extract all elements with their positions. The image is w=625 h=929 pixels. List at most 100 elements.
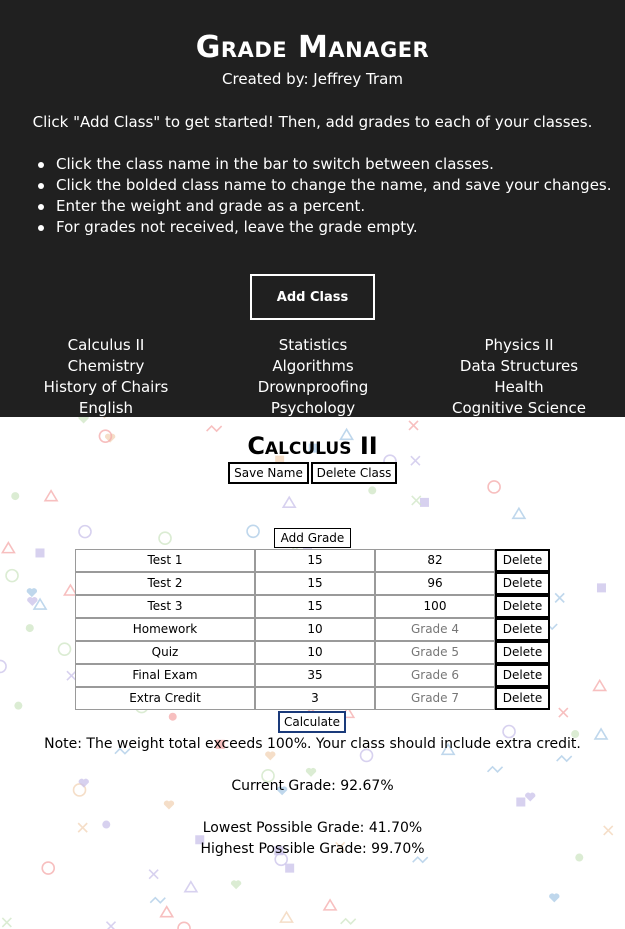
intro-text: Click "Add Class" to get started! Then, …	[32, 113, 593, 131]
pattern-shape	[102, 417, 106, 419]
pattern-shape	[230, 880, 242, 890]
class-tab[interactable]: Psychology	[209, 398, 417, 419]
weight-field[interactable]: 3	[255, 687, 375, 710]
delete-grade-button[interactable]: Delete	[495, 595, 550, 618]
grade-field[interactable]: Grade 7	[375, 687, 495, 710]
grade-field[interactable]: 82	[375, 549, 495, 572]
pattern-shape	[487, 480, 501, 494]
weight-field[interactable]: 10	[255, 641, 375, 664]
delete-grade-button[interactable]: Delete	[495, 687, 550, 710]
instruction-item: For grades not received, leave the grade…	[38, 217, 612, 238]
assignment-name-field[interactable]: Test 1	[75, 549, 255, 572]
calculate-button[interactable]: Calculate	[278, 711, 346, 733]
weight-field[interactable]: 15	[255, 549, 375, 572]
pattern-shape	[419, 497, 429, 507]
delete-grade-button[interactable]: Delete	[495, 572, 550, 595]
grade-row: Test 3 15 100 Delete	[75, 595, 551, 618]
delete-grade-button[interactable]: Delete	[495, 549, 550, 572]
grade-field[interactable]: Grade 4	[375, 618, 495, 641]
pattern-shape	[265, 751, 276, 761]
weight-field[interactable]: 10	[255, 618, 375, 641]
pattern-shape	[163, 800, 175, 810]
pattern-shape	[340, 917, 357, 925]
pattern-shape	[41, 861, 56, 875]
assignment-name-field[interactable]: Homework	[75, 618, 255, 641]
pattern-shape	[592, 678, 608, 692]
class-bar: Calculus II Chemistry History of Chairs …	[0, 335, 625, 419]
pattern-shape	[105, 921, 117, 929]
class-tab[interactable]: Drownproofing	[209, 377, 417, 398]
pattern-shape	[305, 767, 317, 777]
pattern-shape	[285, 863, 295, 873]
grade-row: Test 1 15 82 Delete	[75, 549, 551, 572]
add-class-button[interactable]: Add Class	[250, 274, 375, 320]
delete-class-button[interactable]: Delete Class	[311, 462, 397, 484]
weight-field[interactable]: 15	[255, 595, 375, 618]
pattern-shape	[411, 495, 422, 506]
instruction-item: Click the bolded class name to change th…	[38, 176, 612, 194]
grade-field[interactable]: Grade 5	[375, 641, 495, 664]
pattern-shape	[177, 921, 191, 929]
pattern-shape	[516, 797, 526, 807]
pattern-shape	[279, 910, 294, 923]
class-tab[interactable]: Calculus II	[2, 335, 210, 356]
pattern-shape	[148, 869, 159, 880]
class-tab[interactable]: Statistics	[209, 335, 417, 356]
pattern-shape	[368, 486, 377, 495]
weight-field[interactable]: 15	[255, 572, 375, 595]
pattern-shape	[556, 754, 573, 763]
pattern-shape	[158, 531, 172, 545]
pattern-shape	[596, 583, 606, 593]
pattern-shape	[281, 495, 297, 508]
assignment-name-field[interactable]: Test 2	[75, 572, 255, 595]
class-tab[interactable]: Chemistry	[2, 356, 210, 377]
class-name-title[interactable]: Calculus II	[0, 432, 625, 460]
pattern-shape	[486, 765, 504, 773]
grades-table: Test 1 15 82 Delete Test 2 15 96 Delete …	[75, 549, 551, 710]
grade-row: Extra Credit 3 Grade 7 Delete	[75, 687, 551, 710]
weight-field[interactable]: 35	[255, 664, 375, 687]
class-tab[interactable]: Physics II	[415, 335, 623, 356]
assignment-name-field[interactable]: Quiz	[75, 641, 255, 664]
class-tab[interactable]: Data Structures	[415, 356, 623, 377]
pattern-shape	[322, 898, 338, 911]
pattern-shape	[26, 588, 37, 598]
pattern-shape	[554, 592, 565, 603]
pattern-shape	[0, 541, 16, 554]
delete-grade-button[interactable]: Delete	[495, 618, 550, 641]
pattern-shape	[35, 548, 45, 558]
pattern-shape	[1, 917, 12, 928]
pattern-shape	[0, 659, 7, 674]
grade-row: Homework 10 Grade 4 Delete	[75, 618, 551, 641]
pattern-shape	[168, 712, 177, 721]
add-grade-button[interactable]: Add Grade	[274, 528, 351, 548]
class-column: Statistics Algorithms Drownproofing Psyc…	[209, 335, 417, 419]
class-column: Physics II Data Structures Health Cognit…	[415, 335, 623, 419]
grade-field[interactable]: 100	[375, 595, 495, 618]
delete-grade-button[interactable]: Delete	[495, 664, 550, 687]
assignment-name-field[interactable]: Test 3	[75, 595, 255, 618]
grade-field[interactable]: Grade 6	[375, 664, 495, 687]
class-tab[interactable]: Algorithms	[209, 356, 417, 377]
pattern-shape	[511, 506, 527, 520]
pattern-shape	[412, 856, 429, 864]
class-tab[interactable]: English	[2, 398, 210, 419]
grade-field[interactable]: 96	[375, 572, 495, 595]
instruction-item: Click the class name in the bar to switc…	[38, 154, 612, 175]
pattern-shape	[57, 642, 72, 656]
weight-note: Note: The weight total exceeds 100%. You…	[44, 736, 581, 752]
assignment-name-field[interactable]: Final Exam	[75, 664, 255, 687]
pattern-shape	[78, 417, 89, 424]
class-tab[interactable]: Health	[415, 377, 623, 398]
class-tab[interactable]: Cognitive Science	[415, 398, 623, 419]
pattern-shape	[558, 707, 569, 718]
class-column: Calculus II Chemistry History of Chairs …	[2, 335, 210, 419]
app-title: Grade Manager	[195, 30, 430, 65]
delete-grade-button[interactable]: Delete	[495, 641, 550, 664]
pattern-shape	[183, 880, 199, 893]
save-name-button[interactable]: Save Name	[228, 462, 309, 484]
class-tab[interactable]: History of Chairs	[2, 377, 210, 398]
pattern-shape	[5, 568, 19, 583]
lowest-possible-grade: Lowest Possible Grade: 41.70%	[202, 820, 423, 836]
assignment-name-field[interactable]: Extra Credit	[75, 687, 255, 710]
